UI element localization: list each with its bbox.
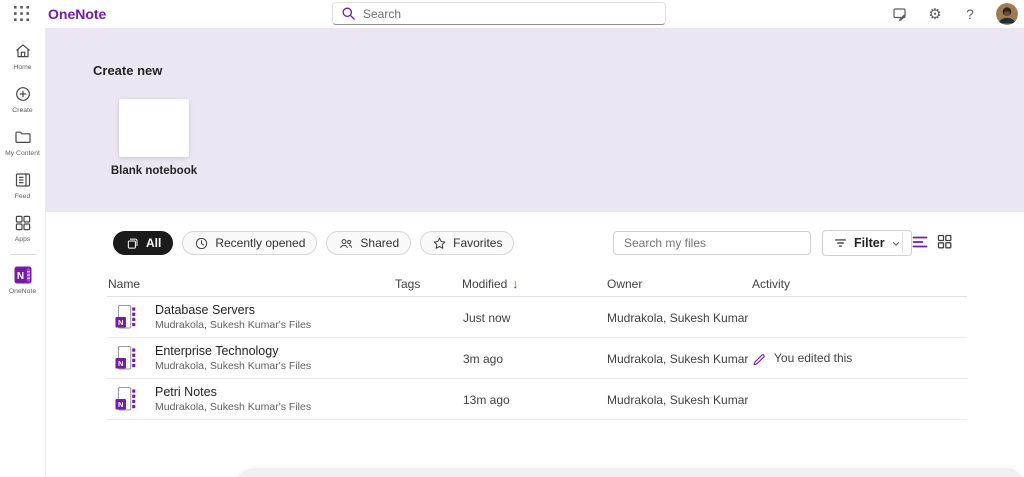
pill-label: All: [146, 236, 162, 250]
sidebar-item-label: My Content: [5, 150, 40, 157]
section-title: Create new: [93, 63, 163, 78]
list-view-button[interactable]: [910, 233, 930, 253]
file-modified: 13m ago: [463, 393, 510, 407]
activity-text: You edited this: [774, 350, 853, 365]
sidebar-item-label: OneNote: [8, 288, 37, 295]
folder-icon: [14, 131, 31, 143]
star-icon: [433, 237, 446, 249]
help-icon: ?: [966, 6, 974, 22]
global-search-box[interactable]: [332, 2, 666, 25]
filter-icon: [835, 239, 846, 247]
filter-button[interactable]: Filter: [822, 230, 912, 256]
file-name: Enterprise Technology: [155, 344, 279, 358]
onenote-app-icon: N: [14, 266, 31, 284]
file-name: Petri Notes: [155, 385, 217, 399]
sidebar-item-onenote[interactable]: N OneNote: [0, 259, 46, 302]
main-content: Create new Blank notebook All Recently o…: [46, 28, 1024, 477]
sidebar-item-my-content[interactable]: My Content: [0, 121, 46, 164]
table-row[interactable]: N Database Servers Mudrakola, Sukesh Kum…: [107, 297, 967, 338]
pill-label: Favorites: [453, 236, 503, 250]
file-location: Mudrakola, Sukesh Kumar's Files: [155, 401, 312, 413]
notebook-icon: N: [115, 387, 136, 411]
file-modified: 3m ago: [463, 352, 504, 366]
search-icon: [342, 7, 355, 20]
settings-button[interactable]: ⚙: [926, 5, 944, 23]
pill-recently-opened[interactable]: Recently opened: [182, 231, 318, 255]
sort-descending-icon: ↓: [512, 277, 519, 291]
sidebar-item-label: Home: [13, 64, 32, 71]
stack-icon: [127, 238, 138, 249]
app-launcher-icon[interactable]: [11, 5, 31, 24]
notebook-icon: N: [115, 346, 136, 370]
grid-view-icon: [937, 234, 951, 249]
table-row[interactable]: N Petri Notes Mudrakola, Sukesh Kumar's …: [107, 379, 967, 420]
pill-label: Recently opened: [215, 236, 306, 250]
file-activity: You edited this: [752, 350, 852, 365]
column-header-tags[interactable]: Tags: [395, 277, 420, 291]
filter-label: Filter: [854, 236, 885, 250]
home-icon: [15, 44, 30, 58]
pill-favorites[interactable]: Favorites: [420, 231, 515, 255]
gear-icon: ⚙: [928, 5, 942, 23]
sidebar-item-create[interactable]: Create: [0, 78, 46, 121]
table-header: Name Tags Modified ↓ Owner Activity: [107, 275, 967, 296]
file-filter-pills: All Recently opened Shared Favorites: [113, 231, 515, 255]
header-actions: ⚙ ?: [891, 0, 1018, 28]
file-modified: Just now: [463, 311, 511, 325]
left-nav-rail: Home Create My Content Feed Apps N OneNo…: [0, 28, 46, 477]
toolbar-divider: [902, 233, 903, 253]
list-view-icon: [912, 236, 928, 248]
svg-text:N: N: [118, 318, 124, 327]
column-header-modified[interactable]: Modified ↓: [462, 277, 518, 291]
column-header-owner[interactable]: Owner: [607, 277, 642, 291]
blank-notebook-label: Blank notebook: [110, 165, 198, 177]
file-name: Database Servers: [155, 303, 256, 317]
search-my-files-input[interactable]: [613, 231, 811, 255]
plus-circle-icon: [15, 87, 30, 101]
sidebar-item-feed[interactable]: Feed: [0, 164, 46, 207]
file-location: Mudrakola, Sukesh Kumar's Files: [155, 319, 312, 331]
app-title[interactable]: OneNote: [48, 6, 106, 22]
file-owner: Mudrakola, Sukesh Kumar: [607, 393, 749, 407]
grid-view-button[interactable]: [934, 233, 954, 253]
blank-notebook-card[interactable]: [119, 99, 189, 157]
file-owner: Mudrakola, Sukesh Kumar: [607, 311, 749, 325]
sidebar-item-label: Create: [12, 107, 33, 114]
top-app-bar: OneNote ⚙ ?: [0, 0, 1024, 28]
account-avatar[interactable]: [996, 3, 1018, 25]
feedback-button[interactable]: [891, 5, 909, 23]
column-header-activity[interactable]: Activity: [752, 277, 790, 291]
sidebar-item-home[interactable]: Home: [0, 35, 46, 78]
chevron-down-icon: [892, 241, 899, 246]
svg-text:N: N: [118, 400, 124, 409]
apps-grid-icon: [15, 215, 30, 231]
pill-all[interactable]: All: [113, 231, 174, 255]
pill-shared[interactable]: Shared: [326, 231, 412, 255]
sidebar-item-apps[interactable]: Apps: [0, 207, 46, 250]
svg-text:N: N: [118, 359, 124, 368]
notebook-icon: N: [115, 305, 136, 329]
sidebar-item-label: Feed: [14, 193, 31, 200]
pencil-icon: [753, 354, 765, 365]
svg-text:N: N: [16, 271, 23, 282]
waffle-icon: [13, 6, 29, 21]
feedback-icon: [893, 8, 906, 21]
file-owner: Mudrakola, Sukesh Kumar: [607, 352, 749, 366]
file-location: Mudrakola, Sukesh Kumar's Files: [155, 360, 312, 372]
feed-icon: [15, 173, 30, 187]
table-row[interactable]: N Enterprise Technology Mudrakola, Sukes…: [107, 338, 967, 379]
sidebar-item-label: Apps: [14, 236, 31, 243]
avatar-photo-icon: [996, 3, 1018, 25]
create-new-section: Create new Blank notebook: [46, 28, 1024, 212]
help-button[interactable]: ?: [961, 5, 979, 23]
global-search-input[interactable]: [363, 6, 657, 21]
people-icon: [340, 238, 353, 248]
rail-divider: [9, 254, 36, 255]
clock-icon: [196, 237, 208, 249]
column-header-name[interactable]: Name: [108, 277, 140, 291]
pill-label: Shared: [360, 236, 400, 250]
bottom-panel-edge: [236, 468, 1024, 477]
files-table: Name Tags Modified ↓ Owner Activity N Da…: [107, 275, 967, 420]
